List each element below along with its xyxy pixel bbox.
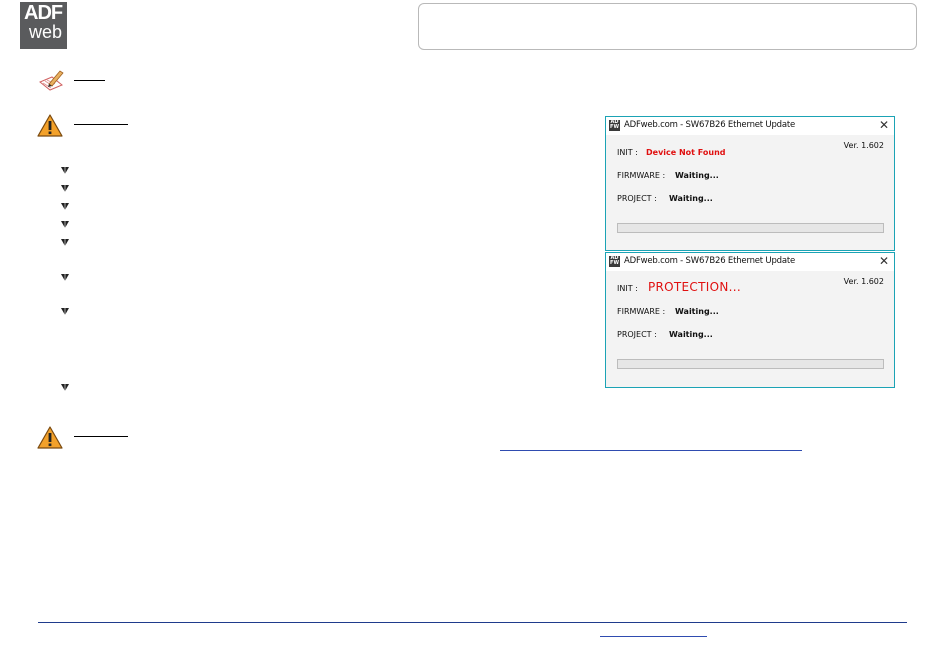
dialog-title: ADFweb.com - SW67B26 Ethernet Update	[624, 120, 796, 130]
project-status: Waiting...	[669, 330, 713, 339]
bullet-arrow-icon	[61, 307, 69, 315]
note-heading-underline	[74, 80, 105, 81]
bullet-arrow-icon	[61, 184, 69, 192]
init-status: PROTECTION...	[648, 280, 741, 294]
init-status: Device Not Found	[646, 148, 726, 157]
firmware-status: Waiting...	[675, 307, 719, 316]
logo-text-web: web	[29, 22, 63, 42]
bullet-arrow-icon	[61, 202, 69, 210]
logo-text-adf: ADF	[24, 2, 63, 24]
update-dialog-device-not-found: AD FW ADFweb.com - SW67B26 Ethernet Updat…	[605, 116, 895, 251]
adfweb-logo: ADF web	[20, 2, 67, 49]
close-icon[interactable]: ✕	[879, 118, 889, 132]
bullet-arrow-icon	[61, 166, 69, 174]
footer-rule	[38, 622, 907, 623]
dialog-titlebar: AD FW ADFweb.com - SW67B26 Ethernet Updat…	[606, 253, 894, 271]
update-dialog-protection: AD FW ADFweb.com - SW67B26 Ethernet Updat…	[605, 252, 895, 388]
footer-link-underline[interactable]	[600, 636, 707, 637]
project-status: Waiting...	[669, 194, 713, 203]
warning-triangle-icon	[37, 114, 63, 138]
init-label: INIT :	[617, 284, 638, 293]
dialog-titlebar: AD FW ADFweb.com - SW67B26 Ethernet Updat…	[606, 117, 894, 135]
bullet-arrow-icon	[61, 238, 69, 246]
bullet-arrow-icon	[61, 273, 69, 281]
bullet-arrow-icon	[61, 383, 69, 391]
project-label: PROJECT :	[617, 194, 657, 203]
pencil-note-icon	[37, 68, 65, 94]
init-label: INIT :	[617, 148, 638, 157]
warning-heading-underline	[74, 436, 128, 437]
firmware-label: FIRMWARE :	[617, 171, 666, 180]
hyperlink-underline[interactable]	[500, 450, 802, 451]
adfweb-app-icon: AD FW	[609, 119, 620, 131]
project-label: PROJECT :	[617, 330, 657, 339]
bullet-arrow-icon	[61, 220, 69, 228]
adfweb-app-icon: AD FW	[609, 255, 620, 267]
firmware-label: FIRMWARE :	[617, 307, 666, 316]
progress-bar	[617, 223, 884, 233]
warning-heading-underline	[74, 124, 128, 125]
dialog-title: ADFweb.com - SW67B26 Ethernet Update	[624, 256, 796, 266]
version-label: Ver. 1.602	[843, 277, 884, 286]
version-label: Ver. 1.602	[843, 141, 884, 150]
progress-bar	[617, 359, 884, 369]
firmware-status: Waiting...	[675, 171, 719, 180]
warning-triangle-icon	[37, 426, 63, 450]
header-box	[418, 3, 917, 50]
close-icon[interactable]: ✕	[879, 254, 889, 268]
